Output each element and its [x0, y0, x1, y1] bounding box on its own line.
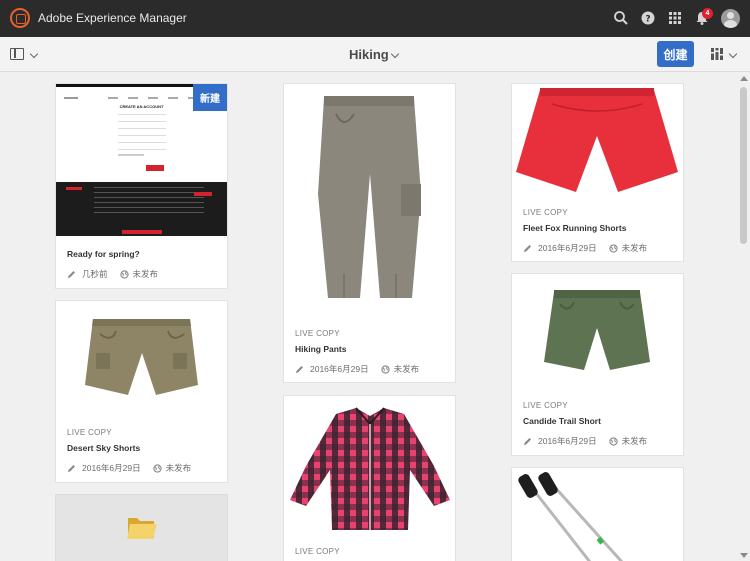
- card-trekking-poles[interactable]: [511, 467, 684, 561]
- publish-status: 未发布: [165, 463, 192, 473]
- live-copy-label: LIVE COPY: [295, 547, 340, 556]
- shorts-image: [85, 319, 198, 395]
- avatar[interactable]: [721, 9, 740, 28]
- rail-toggle-icon[interactable]: [10, 48, 24, 60]
- card-meta: LIVE COPY Candide Trail Short 2016年6月29日…: [523, 401, 647, 447]
- breadcrumb[interactable]: Hiking: [349, 47, 389, 62]
- shirt-image: [290, 407, 450, 530]
- product-thumbnail: [512, 274, 683, 389]
- publish-status: 未发布: [621, 436, 648, 446]
- app-title: Adobe Experience Manager: [38, 11, 187, 25]
- modified-date: 2016年6月29日: [310, 364, 369, 374]
- card-meta: Ready for spring? 几秒前 未发布: [67, 249, 158, 280]
- card-title: Fleet Fox Running Shorts: [523, 223, 627, 233]
- product-thumbnail: [512, 84, 683, 195]
- globe-icon: [608, 436, 618, 446]
- globe-icon: [119, 269, 129, 279]
- aem-logo-icon: [10, 8, 30, 28]
- scroll-up-arrow-icon[interactable]: [740, 76, 748, 81]
- pencil-icon: [68, 464, 75, 472]
- shorts-image: [544, 290, 650, 370]
- card-title: Hiking Pants: [295, 344, 347, 354]
- publish-status: 未发布: [621, 243, 648, 253]
- card-fleet-fox-running-shorts[interactable]: LIVE COPY Fleet Fox Running Shorts 2016年…: [511, 83, 684, 262]
- apps-grid-icon[interactable]: [666, 9, 684, 27]
- live-copy-label: LIVE COPY: [523, 401, 568, 410]
- modified-date: 几秒前: [82, 269, 108, 279]
- card-meta: LIVE COPY Fleet Fox Running Shorts 2016年…: [523, 208, 647, 254]
- create-button[interactable]: 创建: [657, 41, 694, 67]
- live-copy-label: LIVE COPY: [67, 428, 112, 437]
- card-meta: LIVE COPY Desert Sky Shorts 2016年6月29日 未…: [67, 428, 191, 474]
- product-thumbnail: [284, 396, 455, 537]
- svg-text:?: ?: [645, 15, 650, 25]
- modified-date: 2016年6月29日: [82, 463, 141, 473]
- shorts-image: [516, 88, 678, 192]
- card-hiking-pants[interactable]: LIVE COPY Hiking Pants 2016年6月29日 未发布: [283, 83, 456, 383]
- card-info: 2016年6月29日 未发布: [523, 242, 647, 254]
- publish-status: 未发布: [132, 269, 159, 279]
- card-folder[interactable]: [55, 494, 228, 561]
- card-info: 2016年6月29日 未发布: [67, 462, 191, 474]
- search-icon[interactable]: [612, 9, 630, 27]
- scrollbar-thumb[interactable]: [740, 87, 747, 244]
- card-meta: LIVE COPY: [295, 547, 340, 556]
- publish-status: 未发布: [393, 364, 420, 374]
- pants-image: [318, 96, 421, 298]
- pencil-icon: [524, 244, 531, 252]
- pencil-icon: [296, 365, 303, 373]
- card-plaid-shirt[interactable]: LIVE COPY: [283, 395, 456, 561]
- modified-date: 2016年6月29日: [538, 436, 597, 446]
- modified-date: 2016年6月29日: [538, 243, 597, 253]
- view-switch-icon[interactable]: [711, 48, 723, 60]
- card-candide-trail-short[interactable]: LIVE COPY Candide Trail Short 2016年6月29日…: [511, 273, 684, 456]
- globe-icon: [380, 364, 390, 374]
- product-thumbnail: [284, 84, 455, 316]
- folder-icon: [127, 518, 157, 539]
- trekking-poles-image: [518, 472, 624, 561]
- new-badge: 新建: [193, 84, 227, 111]
- card-info: 2016年6月29日 未发布: [523, 435, 647, 447]
- card-title: Candide Trail Short: [523, 416, 601, 426]
- scroll-down-arrow-icon[interactable]: [740, 553, 748, 558]
- card-meta: LIVE COPY Hiking Pants 2016年6月29日 未发布: [295, 329, 419, 375]
- globe-icon: [152, 463, 162, 473]
- product-thumbnail: [56, 301, 227, 416]
- card-title: Desert Sky Shorts: [67, 443, 141, 453]
- card-desert-sky-shorts[interactable]: LIVE COPY Desert Sky Shorts 2016年6月29日 未…: [55, 300, 228, 483]
- global-header: Adobe Experience Manager ? 4: [0, 0, 750, 37]
- pencil-icon: [524, 437, 531, 445]
- card-info: 2016年6月29日 未发布: [295, 363, 419, 375]
- globe-icon: [608, 243, 618, 253]
- card-ready-for-spring[interactable]: CREATE AN ACCOUNT 新建 Ready for spring? 几…: [55, 83, 228, 289]
- help-icon[interactable]: ?: [639, 9, 657, 27]
- notification-count-badge: 4: [702, 8, 713, 19]
- brand[interactable]: Adobe Experience Manager: [10, 8, 187, 28]
- card-info: 几秒前 未发布: [67, 268, 158, 280]
- pencil-icon: [68, 270, 75, 278]
- card-title: Ready for spring?: [67, 249, 140, 259]
- live-copy-label: LIVE COPY: [523, 208, 568, 217]
- live-copy-label: LIVE COPY: [295, 329, 340, 338]
